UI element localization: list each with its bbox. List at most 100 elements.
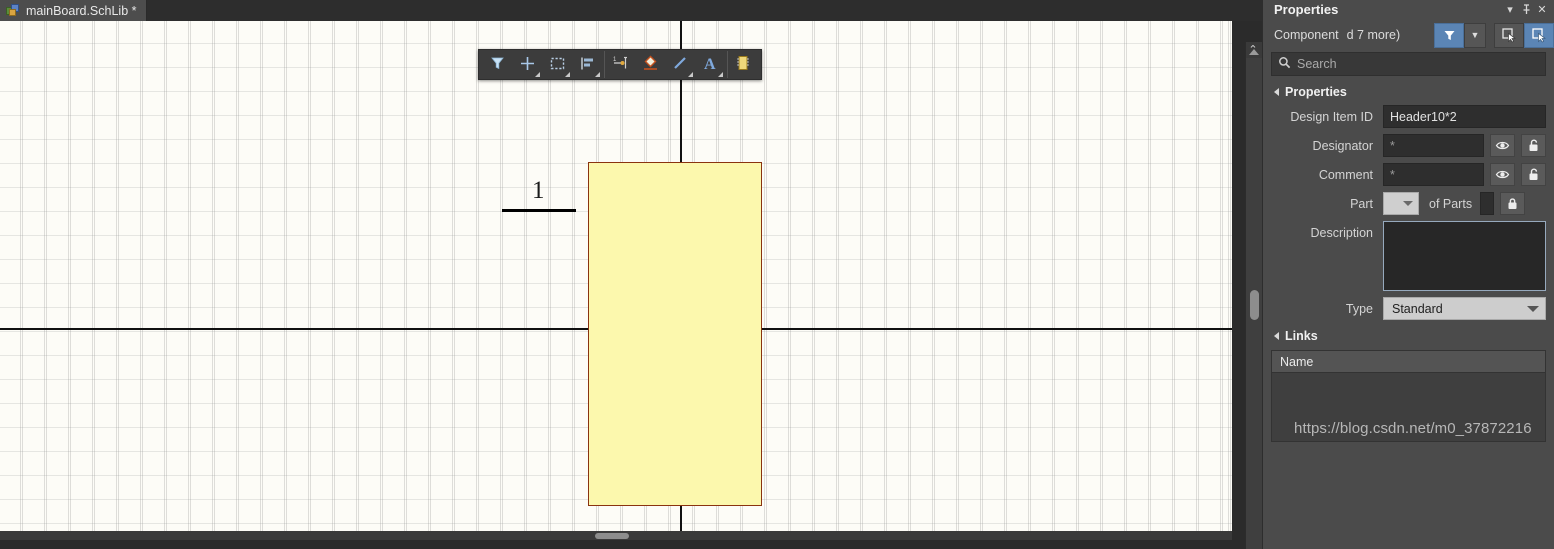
polygon-icon bbox=[641, 54, 660, 76]
area-select-tool-button[interactable] bbox=[542, 51, 572, 78]
field-row-description: Description bbox=[1271, 221, 1546, 291]
field-row-design-item-id: Design Item ID Header10*2 bbox=[1271, 105, 1546, 128]
type-label: Type bbox=[1345, 301, 1373, 316]
field-row-designator: Designator * bbox=[1271, 134, 1546, 157]
chevron-down-icon: ▼ bbox=[1470, 30, 1480, 40]
document-tab-bar: mainBoard.SchLib * bbox=[0, 0, 1262, 21]
svg-text:1: 1 bbox=[613, 57, 617, 63]
design-item-id-input[interactable]: Header10*2 bbox=[1383, 105, 1546, 128]
filter-dropdown-button[interactable]: ▼ bbox=[1464, 22, 1486, 48]
chevron-down-icon[interactable] bbox=[688, 72, 693, 77]
select-objects-icon bbox=[1502, 28, 1516, 43]
collapse-triangle-icon bbox=[1274, 88, 1279, 96]
section-title-links: Links bbox=[1285, 329, 1318, 343]
pin-icon[interactable] bbox=[1518, 1, 1534, 17]
align-tool-button[interactable] bbox=[572, 51, 602, 78]
chevron-up-icon[interactable]: ⌃ bbox=[1246, 43, 1260, 57]
section-title-properties: Properties bbox=[1285, 85, 1347, 99]
schematic-library-icon bbox=[6, 4, 20, 17]
properties-search-row bbox=[1263, 52, 1554, 76]
designator-lock-button[interactable] bbox=[1521, 134, 1546, 157]
description-textarea[interactable] bbox=[1383, 221, 1546, 291]
comment-input[interactable]: * bbox=[1383, 163, 1484, 186]
design-item-id-label: Design Item ID bbox=[1290, 109, 1373, 124]
component-chip-icon bbox=[734, 54, 752, 75]
section-header-links[interactable]: Links bbox=[1263, 326, 1554, 346]
chevron-down-icon[interactable]: ▾ bbox=[1502, 1, 1518, 17]
comment-visibility-button[interactable] bbox=[1490, 163, 1515, 186]
properties-section-body: Design Item ID Header10*2 Designator * C… bbox=[1263, 102, 1554, 320]
links-table[interactable]: Name https://blog.csdn.net/m0_37872216 bbox=[1271, 350, 1546, 442]
filter-objects-button[interactable] bbox=[1434, 22, 1464, 48]
of-parts-input[interactable] bbox=[1480, 192, 1495, 215]
canvas-vertical-scrollbar[interactable]: ⌃ bbox=[1245, 42, 1262, 549]
schematic-canvas[interactable]: 1 bbox=[0, 21, 1232, 540]
select-all-icon bbox=[1532, 28, 1546, 43]
part-dropdown[interactable] bbox=[1383, 192, 1419, 215]
svg-text:A: A bbox=[704, 56, 716, 72]
chevron-down-icon[interactable] bbox=[565, 72, 570, 77]
field-row-part: Part of Parts bbox=[1271, 192, 1546, 215]
part-lock-button[interactable] bbox=[1500, 192, 1526, 215]
place-pin-tool-button[interactable]: 1 bbox=[604, 51, 635, 78]
part-label: Part bbox=[1350, 196, 1373, 211]
links-column-header-name: Name bbox=[1272, 351, 1545, 373]
schematic-active-bar-toolbar: 1 A bbox=[478, 49, 762, 80]
component-body-rectangle[interactable] bbox=[588, 162, 762, 506]
canvas-horizontal-scrollbar[interactable] bbox=[0, 531, 1232, 540]
eye-icon bbox=[1495, 141, 1510, 150]
properties-panel: Properties ▾ ✕ Component d 7 more) ▼ Sea… bbox=[1262, 0, 1554, 549]
chevron-down-icon[interactable] bbox=[535, 72, 540, 77]
search-input[interactable] bbox=[1297, 57, 1539, 71]
line-icon bbox=[671, 54, 689, 75]
schematic-canvas-area[interactable]: 1 1 A ⌃ bbox=[0, 21, 1262, 549]
field-row-type: Type Standard bbox=[1271, 297, 1546, 320]
properties-object-selector-row: Component d 7 more) ▼ bbox=[1263, 18, 1554, 52]
pin-number-label: 1 bbox=[532, 177, 545, 204]
section-header-properties[interactable]: Properties bbox=[1263, 82, 1554, 102]
panel-title-label: Properties bbox=[1274, 1, 1339, 17]
close-icon[interactable]: ✕ bbox=[1534, 1, 1550, 17]
component-pin-1[interactable] bbox=[502, 209, 576, 212]
designator-input[interactable]: * bbox=[1383, 134, 1484, 157]
place-polygon-tool-button[interactable] bbox=[635, 51, 665, 78]
object-count-label: d 7 more) bbox=[1346, 28, 1401, 42]
canvas-vertical-scrollbar-thumb[interactable] bbox=[1250, 290, 1259, 320]
select-objects-button[interactable] bbox=[1494, 22, 1524, 48]
designator-label: Designator bbox=[1312, 138, 1373, 153]
place-line-tool-button[interactable] bbox=[665, 51, 695, 78]
object-type-label: Component bbox=[1274, 28, 1339, 42]
place-text-tool-button[interactable]: A bbox=[695, 51, 725, 78]
locked-padlock-icon bbox=[1508, 198, 1517, 209]
designator-visibility-button[interactable] bbox=[1490, 134, 1515, 157]
funnel-icon bbox=[489, 55, 506, 75]
plus-crosshair-icon bbox=[519, 55, 536, 75]
place-crosshair-tool-button[interactable] bbox=[512, 51, 542, 78]
type-dropdown[interactable]: Standard bbox=[1383, 297, 1546, 320]
comment-lock-button[interactable] bbox=[1521, 163, 1546, 186]
search-box[interactable] bbox=[1271, 52, 1546, 76]
watermark-text: https://blog.csdn.net/m0_37872216 bbox=[1294, 420, 1532, 437]
select-all-objects-button[interactable] bbox=[1524, 22, 1554, 48]
description-label: Description bbox=[1310, 226, 1373, 240]
chevron-down-icon bbox=[1527, 305, 1539, 312]
unlocked-padlock-icon bbox=[1529, 139, 1538, 151]
properties-panel-titlebar: Properties ▾ ✕ bbox=[1263, 0, 1554, 18]
align-left-icon bbox=[579, 55, 596, 75]
collapse-triangle-icon bbox=[1274, 332, 1279, 340]
type-dropdown-value: Standard bbox=[1392, 301, 1443, 316]
filter-tool-button[interactable] bbox=[482, 51, 512, 78]
altium-schematic-library-window: mainBoard.SchLib * 1 1 A ⌃ Properties ▾ … bbox=[0, 0, 1554, 549]
search-icon bbox=[1278, 56, 1291, 72]
document-tab-mainboard-schlib[interactable]: mainBoard.SchLib * bbox=[0, 0, 148, 21]
chevron-down-icon[interactable] bbox=[595, 72, 600, 77]
document-tab-label: mainBoard.SchLib * bbox=[26, 3, 137, 18]
eye-icon bbox=[1495, 170, 1510, 179]
funnel-icon bbox=[1444, 30, 1454, 40]
chevron-down-icon bbox=[1403, 201, 1413, 206]
field-row-comment: Comment * bbox=[1271, 163, 1546, 186]
chevron-down-icon[interactable] bbox=[718, 72, 723, 77]
canvas-horizontal-scrollbar-thumb[interactable] bbox=[595, 533, 629, 539]
unlocked-padlock-icon bbox=[1529, 168, 1538, 180]
place-component-tool-button[interactable] bbox=[727, 51, 758, 78]
